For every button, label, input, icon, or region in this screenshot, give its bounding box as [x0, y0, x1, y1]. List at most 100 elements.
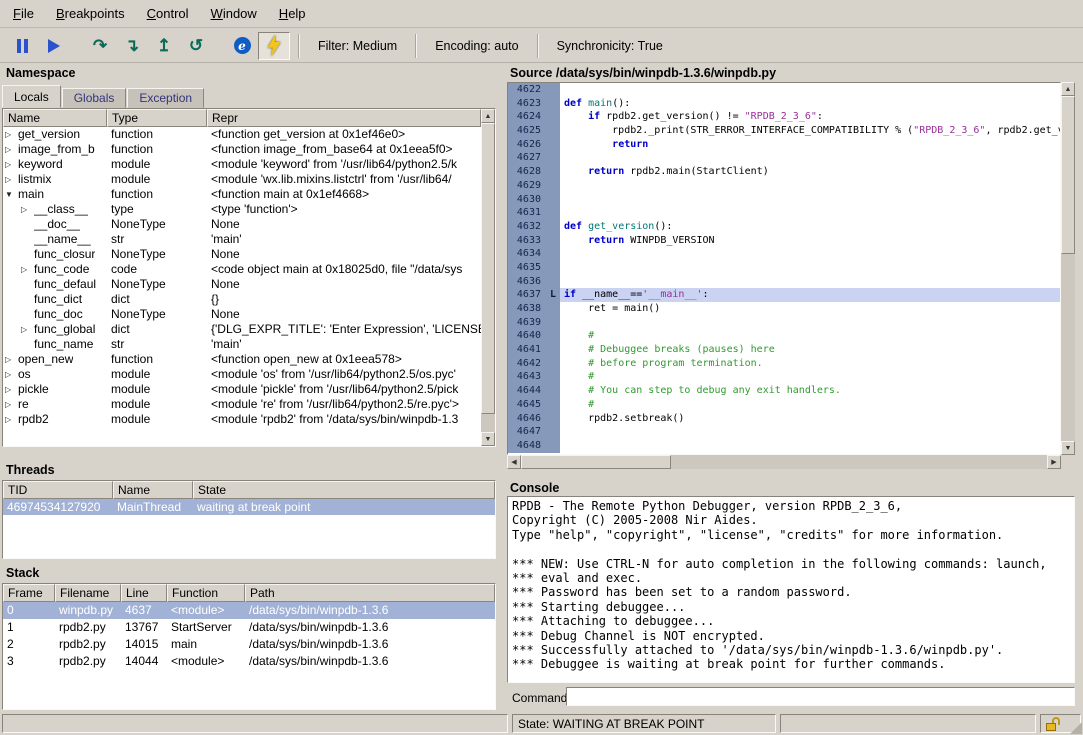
break-button[interactable]: [6, 32, 38, 60]
source-line[interactable]: 4646 rpdb2.setbreak(): [508, 412, 1060, 426]
line-number[interactable]: 4628: [508, 165, 546, 179]
line-number[interactable]: 4642: [508, 357, 546, 371]
tree-row[interactable]: func_closurNoneTypeNone: [3, 247, 481, 262]
line-number[interactable]: 4636: [508, 275, 546, 289]
tree-row[interactable]: ▷image_from_bfunction<function image_fro…: [3, 142, 481, 157]
line-number[interactable]: 4641: [508, 343, 546, 357]
analyze-button[interactable]: [258, 32, 290, 60]
line-number[interactable]: 4637: [508, 288, 546, 302]
source-line[interactable]: 4622: [508, 83, 1060, 97]
tree-row[interactable]: ▷osmodule<module 'os' from '/usr/lib64/p…: [3, 367, 481, 382]
stack-row[interactable]: 1rpdb2.py13767StartServer/data/sys/bin/w…: [3, 619, 495, 636]
tree-expander-icon[interactable]: ▷: [5, 157, 18, 172]
tree-expander-icon[interactable]: ▷: [5, 412, 18, 427]
tree-expander-icon[interactable]: ▷: [5, 127, 18, 142]
source-line[interactable]: 4630: [508, 193, 1060, 207]
line-number[interactable]: 4630: [508, 193, 546, 207]
source-line[interactable]: 4637Lif __name__=='__main__':: [508, 288, 1060, 302]
line-number[interactable]: 4647: [508, 425, 546, 439]
line-number[interactable]: 4625: [508, 124, 546, 138]
namespace-vertical-scrollbar[interactable]: ▲ ▼: [481, 109, 495, 446]
source-line[interactable]: 4628 return rpdb2.main(StartClient): [508, 165, 1060, 179]
source-line[interactable]: 4643 #: [508, 370, 1060, 384]
column-header-name[interactable]: Name: [113, 481, 193, 499]
tree-expander-icon[interactable]: ▷: [5, 397, 18, 412]
source-line[interactable]: 4640 #: [508, 329, 1060, 343]
tree-expander-icon[interactable]: ▷: [5, 367, 18, 382]
encoding-button[interactable]: e: [226, 32, 258, 60]
stack-row[interactable]: 3rpdb2.py14044<module>/data/sys/bin/winp…: [3, 653, 495, 670]
tree-row[interactable]: ▷get_versionfunction<function get_versio…: [3, 127, 481, 142]
step-over-button[interactable]: ↷: [84, 32, 116, 60]
source-line[interactable]: 4638 ret = main(): [508, 302, 1060, 316]
scroll-down-button[interactable]: ▼: [1061, 441, 1075, 455]
stack-row[interactable]: 2rpdb2.py14015main/data/sys/bin/winpdb-1…: [3, 636, 495, 653]
column-header-repr[interactable]: Repr: [207, 109, 481, 127]
line-number[interactable]: 4643: [508, 370, 546, 384]
source-line[interactable]: 4639: [508, 316, 1060, 330]
command-input[interactable]: [566, 687, 1075, 706]
column-header-state[interactable]: State: [193, 481, 495, 499]
source-line[interactable]: 4642 # before program termination.: [508, 357, 1060, 371]
tree-row[interactable]: ▷keywordmodule<module 'keyword' from '/u…: [3, 157, 481, 172]
column-header-tid[interactable]: TID: [3, 481, 113, 499]
tree-row[interactable]: ▷listmixmodule<module 'wx.lib.mixins.lis…: [3, 172, 481, 187]
tree-expander-icon[interactable]: ▷: [5, 382, 18, 397]
stack-row[interactable]: 0winpdb.py4637<module>/data/sys/bin/winp…: [3, 602, 495, 619]
scrollbar-thumb[interactable]: [521, 455, 671, 469]
line-number[interactable]: 4635: [508, 261, 546, 275]
menu-item-breakpoints[interactable]: Breakpoints: [45, 0, 136, 27]
scrollbar-thumb[interactable]: [1061, 96, 1075, 254]
menu-item-help[interactable]: Help: [268, 0, 317, 27]
source-line[interactable]: 4636: [508, 275, 1060, 289]
tree-row[interactable]: ▷__class__type<type 'function'>: [3, 202, 481, 217]
source-line[interactable]: 4629: [508, 179, 1060, 193]
line-number[interactable]: 4644: [508, 384, 546, 398]
tree-row[interactable]: ▷picklemodule<module 'pickle' from '/usr…: [3, 382, 481, 397]
source-line[interactable]: 4632def get_version():: [508, 220, 1060, 234]
source-line[interactable]: 4627: [508, 151, 1060, 165]
tree-row[interactable]: __doc__NoneTypeNone: [3, 217, 481, 232]
line-number[interactable]: 4624: [508, 110, 546, 124]
source-vertical-scrollbar[interactable]: ▲ ▼: [1061, 82, 1075, 455]
tab-globals[interactable]: Globals: [62, 88, 127, 108]
tree-row[interactable]: ▷func_codecode<code object main at 0x180…: [3, 262, 481, 277]
tree-row[interactable]: __name__str'main': [3, 232, 481, 247]
go-button[interactable]: [38, 32, 70, 60]
menu-item-file[interactable]: File: [2, 0, 45, 27]
resize-grip[interactable]: [1070, 722, 1082, 734]
menu-item-control[interactable]: Control: [136, 0, 200, 27]
line-number[interactable]: 4631: [508, 206, 546, 220]
tree-row[interactable]: func_defaulNoneTypeNone: [3, 277, 481, 292]
tree-row[interactable]: ▷rpdb2module<module 'rpdb2' from '/data/…: [3, 412, 481, 427]
scroll-up-button[interactable]: ▲: [481, 109, 495, 123]
column-header-function[interactable]: Function: [167, 584, 245, 602]
tree-row[interactable]: ▷open_newfunction<function open_new at 0…: [3, 352, 481, 367]
scroll-left-button[interactable]: ◀: [507, 455, 521, 469]
tree-row[interactable]: ▼mainfunction<function main at 0x1ef4668…: [3, 187, 481, 202]
source-line[interactable]: 4624 if rpdb2.get_version() != "RPDB_2_3…: [508, 110, 1060, 124]
tree-expander-icon[interactable]: ▷: [21, 322, 34, 337]
source-line[interactable]: 4647: [508, 425, 1060, 439]
column-header-type[interactable]: Type: [107, 109, 207, 127]
tree-expander-icon[interactable]: ▼: [5, 187, 18, 202]
source-line[interactable]: 4623def main():: [508, 97, 1060, 111]
source-line[interactable]: 4635: [508, 261, 1060, 275]
column-header-frame[interactable]: Frame: [3, 584, 55, 602]
line-number[interactable]: 4622: [508, 83, 546, 97]
source-line[interactable]: 4626 return: [508, 138, 1060, 152]
scroll-right-button[interactable]: ▶: [1047, 455, 1061, 469]
tree-expander-icon[interactable]: ▷: [21, 262, 34, 277]
line-number[interactable]: 4626: [508, 138, 546, 152]
thread-row[interactable]: 46974534127920MainThreadwaiting at break…: [3, 499, 495, 515]
tab-exception[interactable]: Exception: [127, 88, 204, 108]
line-number[interactable]: 4638: [508, 302, 546, 316]
line-number[interactable]: 4645: [508, 398, 546, 412]
tree-row[interactable]: func_namestr'main': [3, 337, 481, 352]
line-number[interactable]: 4634: [508, 247, 546, 261]
line-number[interactable]: 4640: [508, 329, 546, 343]
source-line[interactable]: 4625 rpdb2._print(STR_ERROR_INTERFACE_CO…: [508, 124, 1060, 138]
line-number[interactable]: 4633: [508, 234, 546, 248]
column-header-line[interactable]: Line: [121, 584, 167, 602]
tree-row[interactable]: func_dictdict{}: [3, 292, 481, 307]
